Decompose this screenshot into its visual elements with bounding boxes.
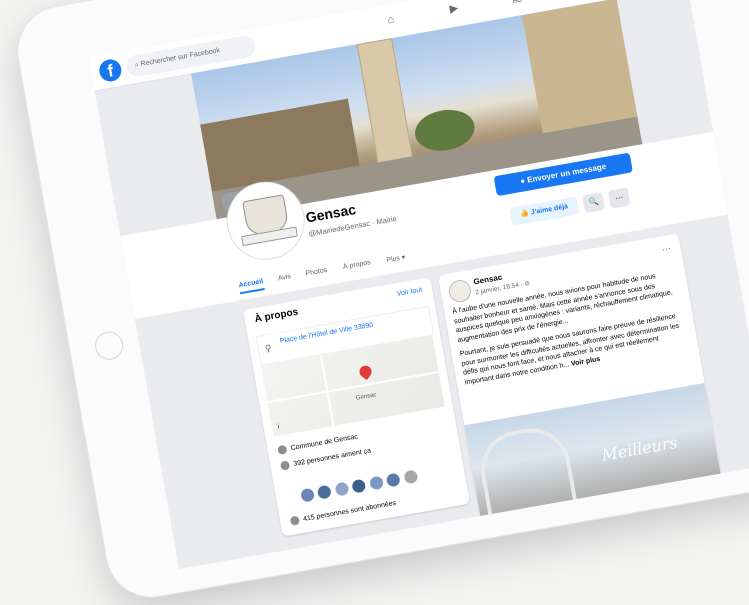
tab-accueil[interactable]: Accueil: [238, 278, 265, 295]
page-search-button[interactable]: 🔍: [582, 191, 606, 214]
page-tabs: Accueil Avis Photos À propos Plus ▾: [238, 254, 406, 300]
facebook-logo-icon[interactable]: f: [97, 57, 124, 84]
tab-a-propos[interactable]: À propos: [342, 259, 371, 271]
post-image-text: Meilleurs: [599, 432, 679, 465]
post-card: Gensac 2 janvier, 18:54 · ⊘ ··· À l'aube…: [437, 233, 724, 532]
facebook-page-screen: f ⌕ Rechercher sur Facebook ⌂ ▶ ▤ ◉ ▣ Ge…: [88, 0, 749, 570]
liked-label: J'aime déjà: [530, 203, 569, 217]
home-button[interactable]: [92, 329, 126, 363]
avatar[interactable]: [384, 471, 403, 489]
map-label: Gensac: [355, 392, 377, 402]
avatar[interactable]: [316, 483, 334, 501]
avatar[interactable]: [298, 486, 317, 504]
tab-avis[interactable]: Avis: [277, 273, 291, 282]
post-options-icon[interactable]: ···: [661, 243, 672, 254]
send-message-label: Envoyer un message: [526, 161, 607, 185]
about-title: À propos: [253, 306, 299, 326]
thumbs-up-icon: [279, 460, 291, 471]
post-image[interactable]: Meilleurs: [464, 382, 724, 532]
home-icon[interactable]: ⌂: [382, 11, 401, 30]
avatar[interactable]: [333, 480, 351, 498]
avatar[interactable]: [367, 474, 386, 492]
page-more-button[interactable]: ···: [607, 187, 631, 209]
map-marker-icon: [357, 363, 374, 381]
info-icon: [277, 444, 288, 456]
see-more-link[interactable]: Voir plus: [570, 355, 600, 367]
cover-clock-tower: [356, 38, 415, 175]
post-author-avatar[interactable]: [447, 278, 473, 304]
location-pin-icon: ⚲: [264, 342, 273, 354]
followers-icon: [289, 515, 301, 526]
liker-avatars: [298, 468, 420, 509]
map-road: [267, 371, 439, 404]
about-card: À propos Voir tout ⚲ Place de l'Hôtel de…: [242, 277, 470, 537]
post-image-arch: [474, 422, 581, 532]
tab-photos[interactable]: Photos: [305, 267, 328, 278]
map-info-icon[interactable]: i: [277, 424, 280, 431]
avatar[interactable]: [350, 477, 368, 495]
tab-plus[interactable]: Plus ▾: [386, 253, 406, 264]
see-all-link[interactable]: Voir tout: [396, 287, 423, 298]
avatar[interactable]: [402, 468, 420, 486]
liked-button[interactable]: 👍 J'aime déjà: [509, 196, 580, 226]
marketplace-icon[interactable]: ▤: [508, 0, 527, 7]
search-placeholder: Rechercher sur Facebook: [140, 47, 221, 69]
video-icon[interactable]: ▶: [445, 0, 464, 18]
tablet-device: f ⌕ Rechercher sur Facebook ⌂ ▶ ▤ ◉ ▣ Ge…: [10, 0, 749, 605]
